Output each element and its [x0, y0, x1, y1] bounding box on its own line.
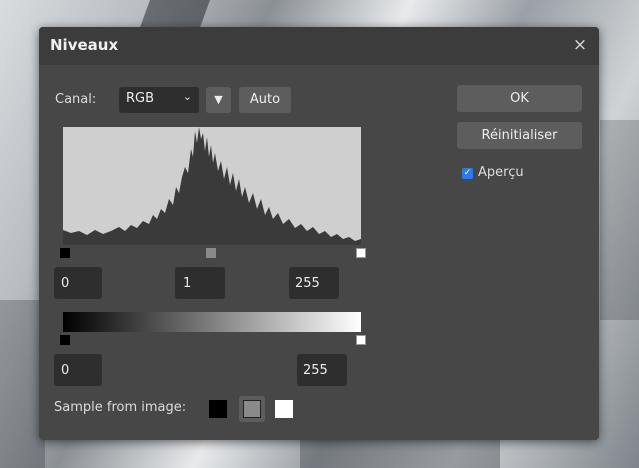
auto-button[interactable]: Auto — [239, 87, 291, 113]
sample-label: Sample from image: — [54, 400, 187, 415]
histogram-graph — [63, 127, 361, 245]
output-white-handle[interactable] — [356, 335, 366, 345]
ok-button[interactable]: OK — [457, 85, 582, 112]
histogram — [63, 127, 361, 245]
input-gamma-field[interactable]: 1 — [175, 267, 225, 299]
input-black-field[interactable]: 0 — [54, 267, 102, 299]
channel-selected-value: RGB — [126, 91, 155, 106]
input-white-field[interactable]: 255 — [289, 267, 339, 299]
gray-eyedropper-icon — [243, 400, 261, 418]
chevron-down-icon: ⌄ — [182, 90, 192, 103]
checkmark-icon[interactable]: ✓ — [462, 168, 473, 179]
input-white-handle[interactable] — [356, 248, 366, 258]
dialog-title: Niveaux — [50, 36, 119, 54]
histogram-fill — [63, 127, 361, 245]
input-black-handle[interactable] — [60, 248, 70, 258]
white-eyedropper-icon[interactable] — [275, 400, 293, 418]
channel-select[interactable]: RGB ⌄ — [119, 87, 199, 113]
levels-dialog: Niveaux × Canal: RGB ⌄ ▼ Auto OK Réiniti… — [39, 27, 599, 440]
output-black-field[interactable]: 0 — [54, 354, 102, 386]
reset-button[interactable]: Réinitialiser — [457, 122, 582, 149]
output-black-handle[interactable] — [60, 335, 70, 345]
input-gamma-handle[interactable] — [206, 248, 216, 258]
output-levels-slider[interactable] — [60, 334, 366, 346]
triangle-down-icon[interactable]: ▼ — [206, 87, 231, 113]
preview-label: Aperçu — [478, 165, 524, 180]
background-shape — [600, 120, 639, 320]
output-white-field[interactable]: 255 — [297, 354, 347, 386]
close-icon[interactable]: × — [569, 34, 591, 56]
channel-label: Canal: — [55, 92, 97, 107]
gray-eyedropper-button[interactable] — [239, 396, 265, 422]
background-shape — [300, 440, 500, 468]
canvas-background: Niveaux × Canal: RGB ⌄ ▼ Auto OK Réiniti… — [0, 0, 639, 468]
black-eyedropper-icon[interactable] — [209, 400, 227, 418]
output-gradient-bar — [63, 312, 361, 332]
input-levels-slider[interactable] — [60, 247, 366, 259]
dialog-titlebar[interactable]: Niveaux × — [39, 27, 599, 65]
